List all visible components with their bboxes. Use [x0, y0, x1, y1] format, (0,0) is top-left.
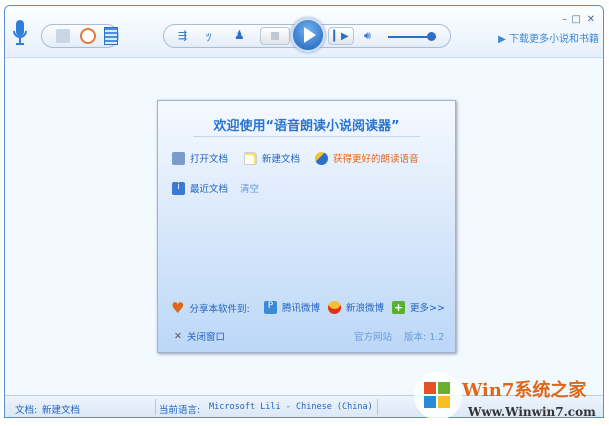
official-website-link[interactable]: 官方网站 [354, 329, 392, 343]
close-button[interactable]: ✕ [587, 14, 595, 25]
repeat-icon[interactable]: ﾂ [206, 29, 212, 45]
download-more-link[interactable]: ▶ 下载更多小说和书籍 [498, 30, 599, 45]
close-dialog-link[interactable]: ✕ 关闭窗口 [174, 329, 225, 344]
sequence-icon[interactable]: ⇶ [178, 29, 187, 42]
play-button[interactable] [291, 18, 325, 52]
file-tools-group [41, 24, 119, 48]
volume-slider-handle[interactable] [427, 32, 437, 41]
sina-weibo-icon [328, 300, 341, 314]
next-button[interactable]: ▎▶ [328, 27, 354, 45]
language-label: 当前语言: [159, 405, 201, 416]
minimize-button[interactable]: – [562, 14, 567, 25]
plus-icon: + [392, 300, 405, 314]
doc-value: 新建文档 [42, 405, 81, 416]
maximize-button[interactable]: □ [572, 14, 581, 25]
doc-label: 文档: [15, 405, 38, 416]
dialog-title: 欢迎使用“语音朗读小说阅读器” [213, 119, 400, 134]
clear-link[interactable]: 清空 [240, 181, 259, 195]
close-x-icon: ✕ [174, 330, 182, 342]
clock-icon[interactable] [80, 28, 96, 44]
version-label: 版本: 1.2 [404, 332, 445, 343]
stop-button[interactable] [260, 27, 290, 45]
language-value: Microsoft Lili - Chinese (China) [209, 402, 373, 412]
svg-text:Www.Winwin7.com: Www.Winwin7.com [467, 405, 596, 419]
separator [377, 399, 378, 415]
microphone-icon[interactable] [11, 19, 29, 49]
recent-docs-link[interactable]: i 最近文档 [172, 181, 228, 195]
share-tencent-link[interactable]: P 腾讯微博 [264, 300, 320, 314]
printer-icon [172, 151, 185, 165]
welcome-dialog: 欢迎使用“语音朗读小说阅读器” 打开文档 新建文档 获得更好的朗读语音 i 最近文… [157, 100, 456, 353]
open-doc-link[interactable]: 打开文档 [172, 151, 228, 165]
triangle-icon: ▶ [498, 34, 509, 45]
share-more-link[interactable]: + 更多>> [392, 300, 445, 314]
share-sina-link[interactable]: 新浪微博 [328, 300, 384, 314]
list-icon[interactable] [104, 27, 118, 45]
watermark-logo: Win7系统之家 Www.Winwin7.com [412, 372, 609, 423]
separator [155, 399, 156, 415]
info-doc-icon: i [172, 181, 185, 195]
volume-icon[interactable]: 🔊︎ [364, 29, 371, 43]
share-section: ♥ 分享本软件到: [171, 299, 250, 317]
get-voices-link[interactable]: 获得更好的朗读语音 [315, 151, 419, 165]
new-doc-link[interactable]: 新建文档 [244, 151, 300, 165]
svg-text:Win7系统之家: Win7系统之家 [461, 379, 587, 401]
new-document-icon [244, 151, 257, 165]
print-icon[interactable] [56, 29, 70, 43]
heart-icon: ♥ [171, 299, 185, 317]
divider [193, 136, 420, 137]
user-upgrade-icon [315, 151, 328, 165]
toolbar: ⇶ ﾂ ♟ ▎▶ 🔊︎ – □ ✕ ▶ 下载更多小说和书籍 [5, 6, 603, 58]
voice-person-icon[interactable]: ♟ [234, 28, 245, 42]
app-window: ⇶ ﾂ ♟ ▎▶ 🔊︎ – □ ✕ ▶ 下载更多小说和书籍 欢迎使用“语音朗读小… [4, 5, 604, 418]
tencent-weibo-icon: P [264, 300, 277, 314]
